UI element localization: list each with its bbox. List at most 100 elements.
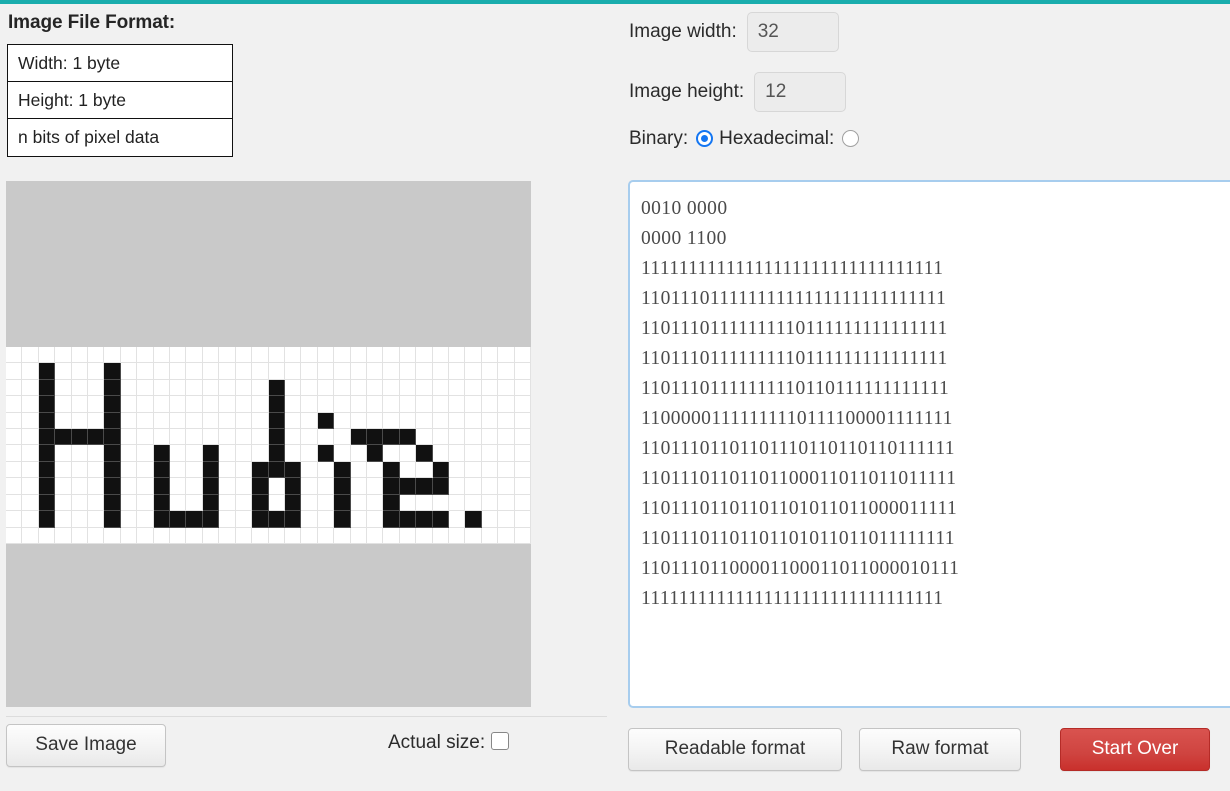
pixel-cell[interactable]: [416, 363, 433, 380]
pixel-cell[interactable]: [235, 379, 253, 397]
pixel-cell[interactable]: [22, 461, 39, 479]
pixel-cell[interactable]: [383, 429, 400, 446]
pixel-cell[interactable]: [38, 511, 56, 528]
pixel-cell[interactable]: [202, 461, 220, 479]
pixel-cell[interactable]: [465, 445, 482, 462]
pixel-cell[interactable]: [88, 429, 105, 446]
pixel-cell[interactable]: [366, 527, 384, 544]
pixel-cell[interactable]: [301, 478, 318, 495]
pixel-cell[interactable]: [38, 412, 56, 430]
pixel-cell[interactable]: [416, 445, 433, 462]
pixel-cell[interactable]: [137, 429, 154, 446]
pixel-cell[interactable]: [350, 511, 367, 528]
pixel-cell[interactable]: [235, 461, 253, 479]
pixel-cell[interactable]: [219, 429, 236, 446]
pixel-cell[interactable]: [268, 412, 285, 430]
pixel-cell[interactable]: [120, 363, 138, 380]
pixel-cell[interactable]: [317, 396, 335, 413]
pixel-cell[interactable]: [186, 511, 203, 528]
pixel-cell[interactable]: [432, 379, 449, 397]
pixel-cell[interactable]: [202, 445, 220, 462]
pixel-cell[interactable]: [416, 478, 433, 495]
pixel-cell[interactable]: [514, 379, 531, 397]
pixel-cell[interactable]: [481, 412, 499, 430]
pixel-cell[interactable]: [514, 363, 531, 380]
pixel-cell[interactable]: [137, 461, 154, 479]
pixel-cell[interactable]: [334, 412, 351, 430]
pixel-cell[interactable]: [481, 511, 499, 528]
pixel-cell[interactable]: [350, 363, 367, 380]
hexadecimal-radio-button[interactable]: [842, 130, 860, 148]
pixel-cell[interactable]: [498, 396, 515, 413]
pixel-cell[interactable]: [6, 445, 23, 462]
pixel-cell[interactable]: [448, 494, 466, 512]
pixel-cell[interactable]: [366, 347, 384, 364]
pixel-cell[interactable]: [514, 396, 531, 413]
pixel-cell[interactable]: [153, 494, 171, 512]
pixel-cell[interactable]: [55, 396, 72, 413]
pixel-cell[interactable]: [186, 363, 203, 380]
pixel-cell[interactable]: [22, 379, 39, 397]
pixel-cell[interactable]: [416, 494, 433, 512]
pixel-cell[interactable]: [268, 396, 285, 413]
pixel-cell[interactable]: [416, 396, 433, 413]
pixel-cell[interactable]: [252, 527, 269, 544]
pixel-cell[interactable]: [366, 461, 384, 479]
pixel-cell[interactable]: [235, 363, 253, 380]
pixel-cell[interactable]: [104, 347, 121, 364]
pixel-cell[interactable]: [219, 396, 236, 413]
pixel-cell[interactable]: [153, 379, 171, 397]
pixel-cell[interactable]: [317, 445, 335, 462]
pixel-cell[interactable]: [55, 445, 72, 462]
pixel-cell[interactable]: [55, 412, 72, 430]
pixel-cell[interactable]: [498, 379, 515, 397]
pixel-cell[interactable]: [383, 347, 400, 364]
pixel-cell[interactable]: [137, 445, 154, 462]
pixel-cell[interactable]: [71, 429, 89, 446]
pixel-cell[interactable]: [416, 527, 433, 544]
pixel-cell[interactable]: [137, 396, 154, 413]
pixel-cell[interactable]: [104, 396, 121, 413]
pixel-cell[interactable]: [38, 461, 56, 479]
pixel-cell[interactable]: [104, 478, 121, 495]
pixel-cell[interactable]: [498, 511, 515, 528]
pixel-cell[interactable]: [120, 494, 138, 512]
pixel-cell[interactable]: [383, 445, 400, 462]
pixel-cell[interactable]: [186, 527, 203, 544]
pixel-cell[interactable]: [432, 527, 449, 544]
pixel-cell[interactable]: [6, 478, 23, 495]
pixel-cell[interactable]: [416, 379, 433, 397]
pixel-cell[interactable]: [170, 412, 187, 430]
pixel-cell[interactable]: [22, 363, 39, 380]
pixel-cell[interactable]: [202, 478, 220, 495]
image-width-input[interactable]: 32: [746, 12, 839, 52]
pixel-cell[interactable]: [465, 396, 482, 413]
pixel-cell[interactable]: [301, 527, 318, 544]
pixel-cell[interactable]: [219, 412, 236, 430]
pixel-cell[interactable]: [399, 511, 417, 528]
pixel-cell[interactable]: [22, 494, 39, 512]
pixel-cell[interactable]: [219, 363, 236, 380]
pixel-cell[interactable]: [120, 379, 138, 397]
pixel-cell[interactable]: [252, 412, 269, 430]
pixel-cell[interactable]: [465, 527, 482, 544]
pixel-cell[interactable]: [317, 478, 335, 495]
pixel-cell[interactable]: [55, 461, 72, 479]
pixel-cell[interactable]: [235, 511, 253, 528]
pixel-cell[interactable]: [301, 412, 318, 430]
pixel-cell[interactable]: [317, 511, 335, 528]
pixel-cell[interactable]: [350, 527, 367, 544]
pixel-cell[interactable]: [301, 461, 318, 479]
pixel-cell[interactable]: [252, 379, 269, 397]
pixel-cell[interactable]: [268, 494, 285, 512]
pixel-cell[interactable]: [6, 396, 23, 413]
pixel-cell[interactable]: [432, 461, 449, 479]
pixel-cell[interactable]: [252, 429, 269, 446]
pixel-cell[interactable]: [71, 379, 89, 397]
pixel-cell[interactable]: [186, 429, 203, 446]
pixel-cell[interactable]: [448, 429, 466, 446]
pixel-cell[interactable]: [448, 527, 466, 544]
pixel-cell[interactable]: [120, 511, 138, 528]
pixel-cell[interactable]: [284, 478, 302, 495]
pixel-cell[interactable]: [383, 511, 400, 528]
